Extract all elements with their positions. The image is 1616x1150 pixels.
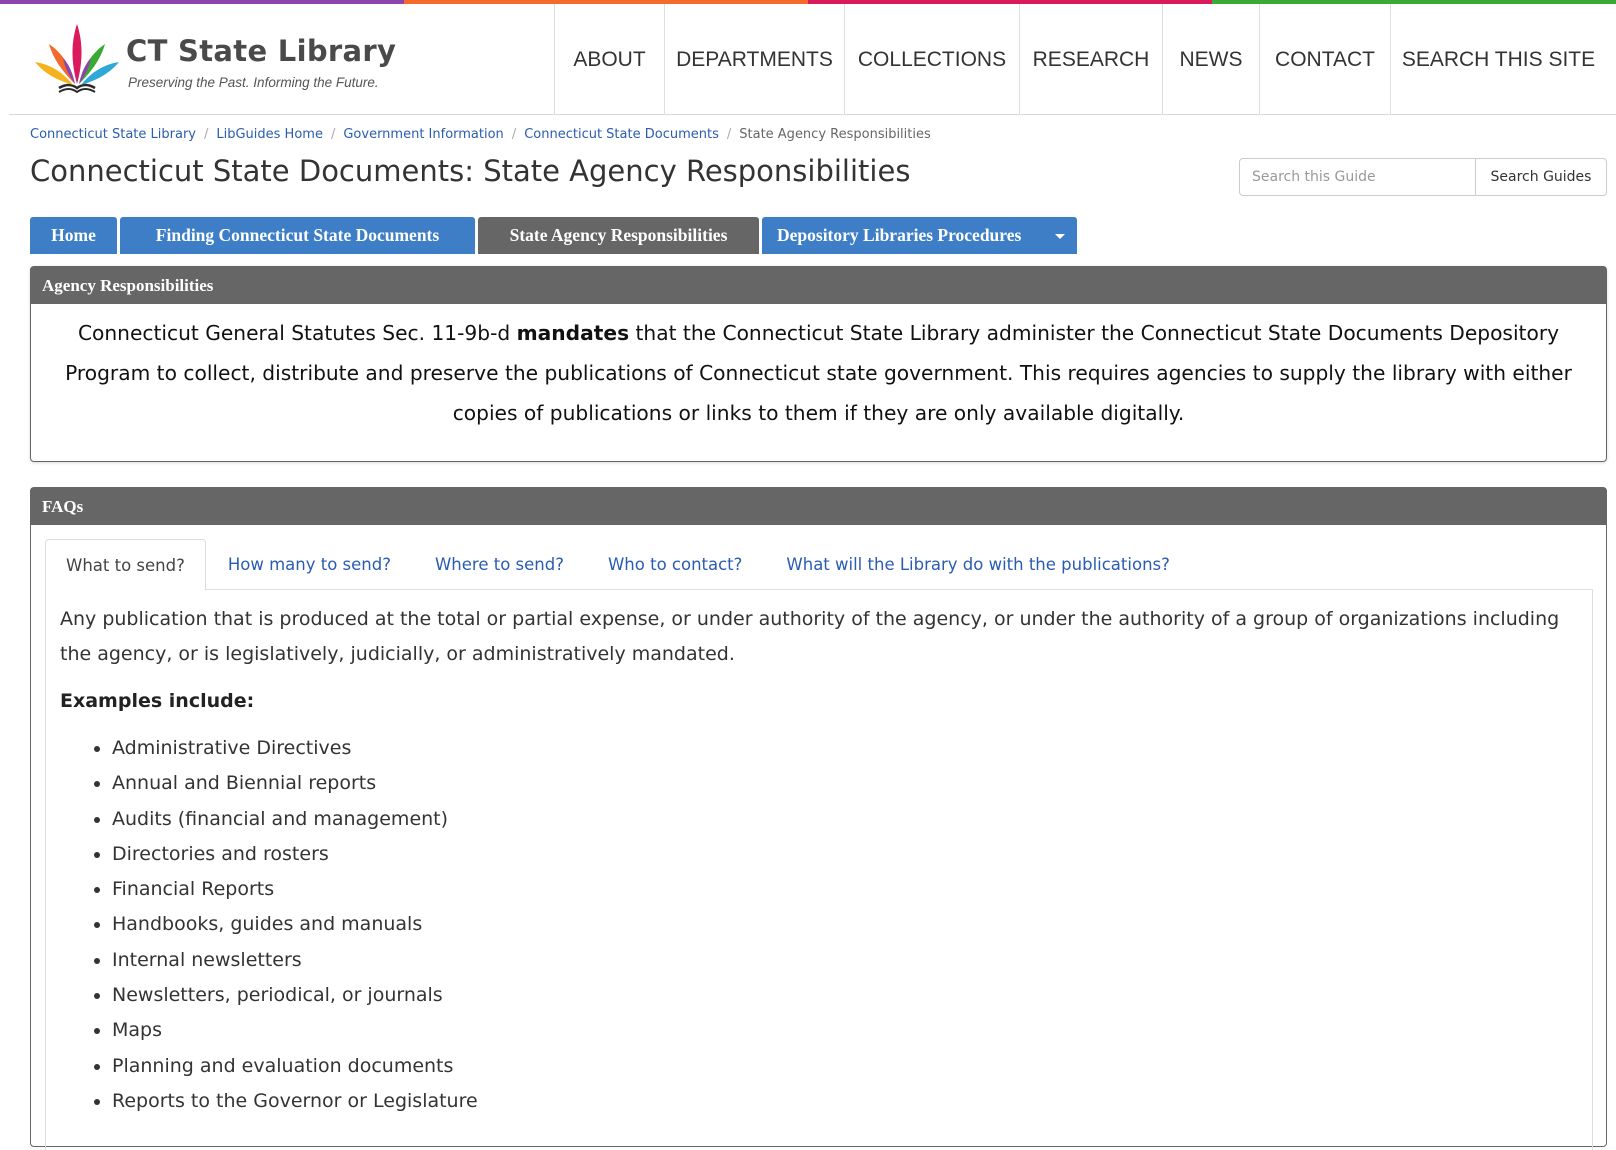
agency-text-emphasis: mandates	[516, 321, 630, 345]
nav-item-collections[interactable]: COLLECTIONS	[844, 4, 1019, 115]
list-item: Administrative Directives	[112, 731, 1578, 766]
faq-tab-where-to-send[interactable]: Where to send?	[413, 539, 586, 590]
main-nav: ABOUT DEPARTMENTS COLLECTIONS RESEARCH N…	[554, 4, 1606, 115]
tab-depository-libraries-procedures[interactable]: Depository Libraries Procedures	[762, 217, 1077, 254]
faq-tab-what-to-send[interactable]: What to send?	[45, 539, 206, 591]
box-heading: Agency Responsibilities	[31, 267, 1606, 304]
list-item: Internal newsletters	[112, 943, 1578, 978]
breadcrumb-link[interactable]: Connecticut State Documents	[524, 127, 719, 142]
box-heading: FAQs	[31, 488, 1606, 525]
breadcrumb-link[interactable]: Government Information	[343, 127, 503, 142]
logo-name: CT State Library	[126, 34, 397, 68]
list-item: Annual and Biennial reports	[112, 766, 1578, 801]
faq-tab-how-many-to-send[interactable]: How many to send?	[206, 539, 413, 590]
faq-panel-what-to-send: Any publication that is produced at the …	[45, 590, 1593, 1150]
list-item: Newsletters, periodical, or journals	[112, 978, 1578, 1013]
faq-tabs: What to send? How many to send? Where to…	[45, 539, 1593, 591]
faqs-box: FAQs What to send? How many to send? Whe…	[30, 487, 1607, 1150]
list-item: Directories and rosters	[112, 837, 1578, 872]
list-item: Reports to the Governor or Legislature	[112, 1084, 1578, 1119]
agency-responsibilities-box: Agency Responsibilities Connecticut Gene…	[30, 266, 1607, 462]
list-item: Maps	[112, 1013, 1578, 1048]
tab-label: Depository Libraries Procedures	[777, 225, 1022, 245]
faq-tab-who-to-contact[interactable]: Who to contact?	[586, 539, 764, 590]
caret-down-icon[interactable]	[1055, 234, 1065, 239]
nav-item-contact[interactable]: CONTACT	[1259, 4, 1390, 115]
list-item: Handbooks, guides and manuals	[112, 907, 1578, 942]
breadcrumb-separator: /	[203, 126, 209, 142]
library-flame-logo-icon	[35, 24, 119, 94]
breadcrumb-current: State Agency Responsibilities	[739, 126, 931, 142]
agency-responsibilities-text: Connecticut General Statutes Sec. 11-9b-…	[31, 304, 1606, 433]
list-item: Planning and evaluation documents	[112, 1049, 1578, 1084]
nav-item-departments[interactable]: DEPARTMENTS	[664, 4, 844, 115]
breadcrumb-link[interactable]: LibGuides Home	[216, 127, 323, 142]
breadcrumb-separator: /	[726, 126, 732, 142]
guide-search: Search Guides	[1239, 158, 1607, 196]
examples-heading: Examples include:	[60, 690, 255, 712]
tab-finding-documents[interactable]: Finding Connecticut State Documents	[120, 217, 475, 254]
list-item: Audits (financial and management)	[112, 802, 1578, 837]
site-logo[interactable]: CT State Library Preserving the Past. In…	[31, 22, 396, 96]
nav-item-research[interactable]: RESEARCH	[1019, 4, 1162, 115]
search-input[interactable]	[1239, 158, 1475, 196]
nav-item-about[interactable]: ABOUT	[554, 4, 664, 115]
breadcrumb-separator: /	[330, 126, 336, 142]
site-header: CT State Library Preserving the Past. In…	[9, 4, 1616, 115]
faq-intro-text: Any publication that is produced at the …	[60, 608, 1560, 665]
guide-tabs: Home Finding Connecticut State Documents…	[30, 217, 1080, 254]
examples-list: Administrative Directives Annual and Bie…	[60, 731, 1578, 1119]
page-title: Connecticut State Documents: State Agenc…	[30, 154, 911, 188]
logo-tagline: Preserving the Past. Informing the Futur…	[128, 75, 379, 90]
nav-item-search-this-site[interactable]: SEARCH THIS SITE	[1390, 4, 1606, 115]
breadcrumb: Connecticut State Library / LibGuides Ho…	[30, 124, 931, 144]
breadcrumb-separator: /	[511, 126, 517, 142]
agency-text-part: Connecticut General Statutes Sec. 11-9b-…	[77, 321, 517, 345]
faq-tab-library-use[interactable]: What will the Library do with the public…	[764, 539, 1191, 590]
tab-home[interactable]: Home	[30, 217, 117, 254]
list-item: Financial Reports	[112, 872, 1578, 907]
tab-state-agency-responsibilities[interactable]: State Agency Responsibilities	[478, 217, 759, 254]
nav-item-news[interactable]: NEWS	[1162, 4, 1259, 115]
search-guides-button[interactable]: Search Guides	[1475, 158, 1607, 196]
breadcrumb-link[interactable]: Connecticut State Library	[30, 127, 196, 142]
